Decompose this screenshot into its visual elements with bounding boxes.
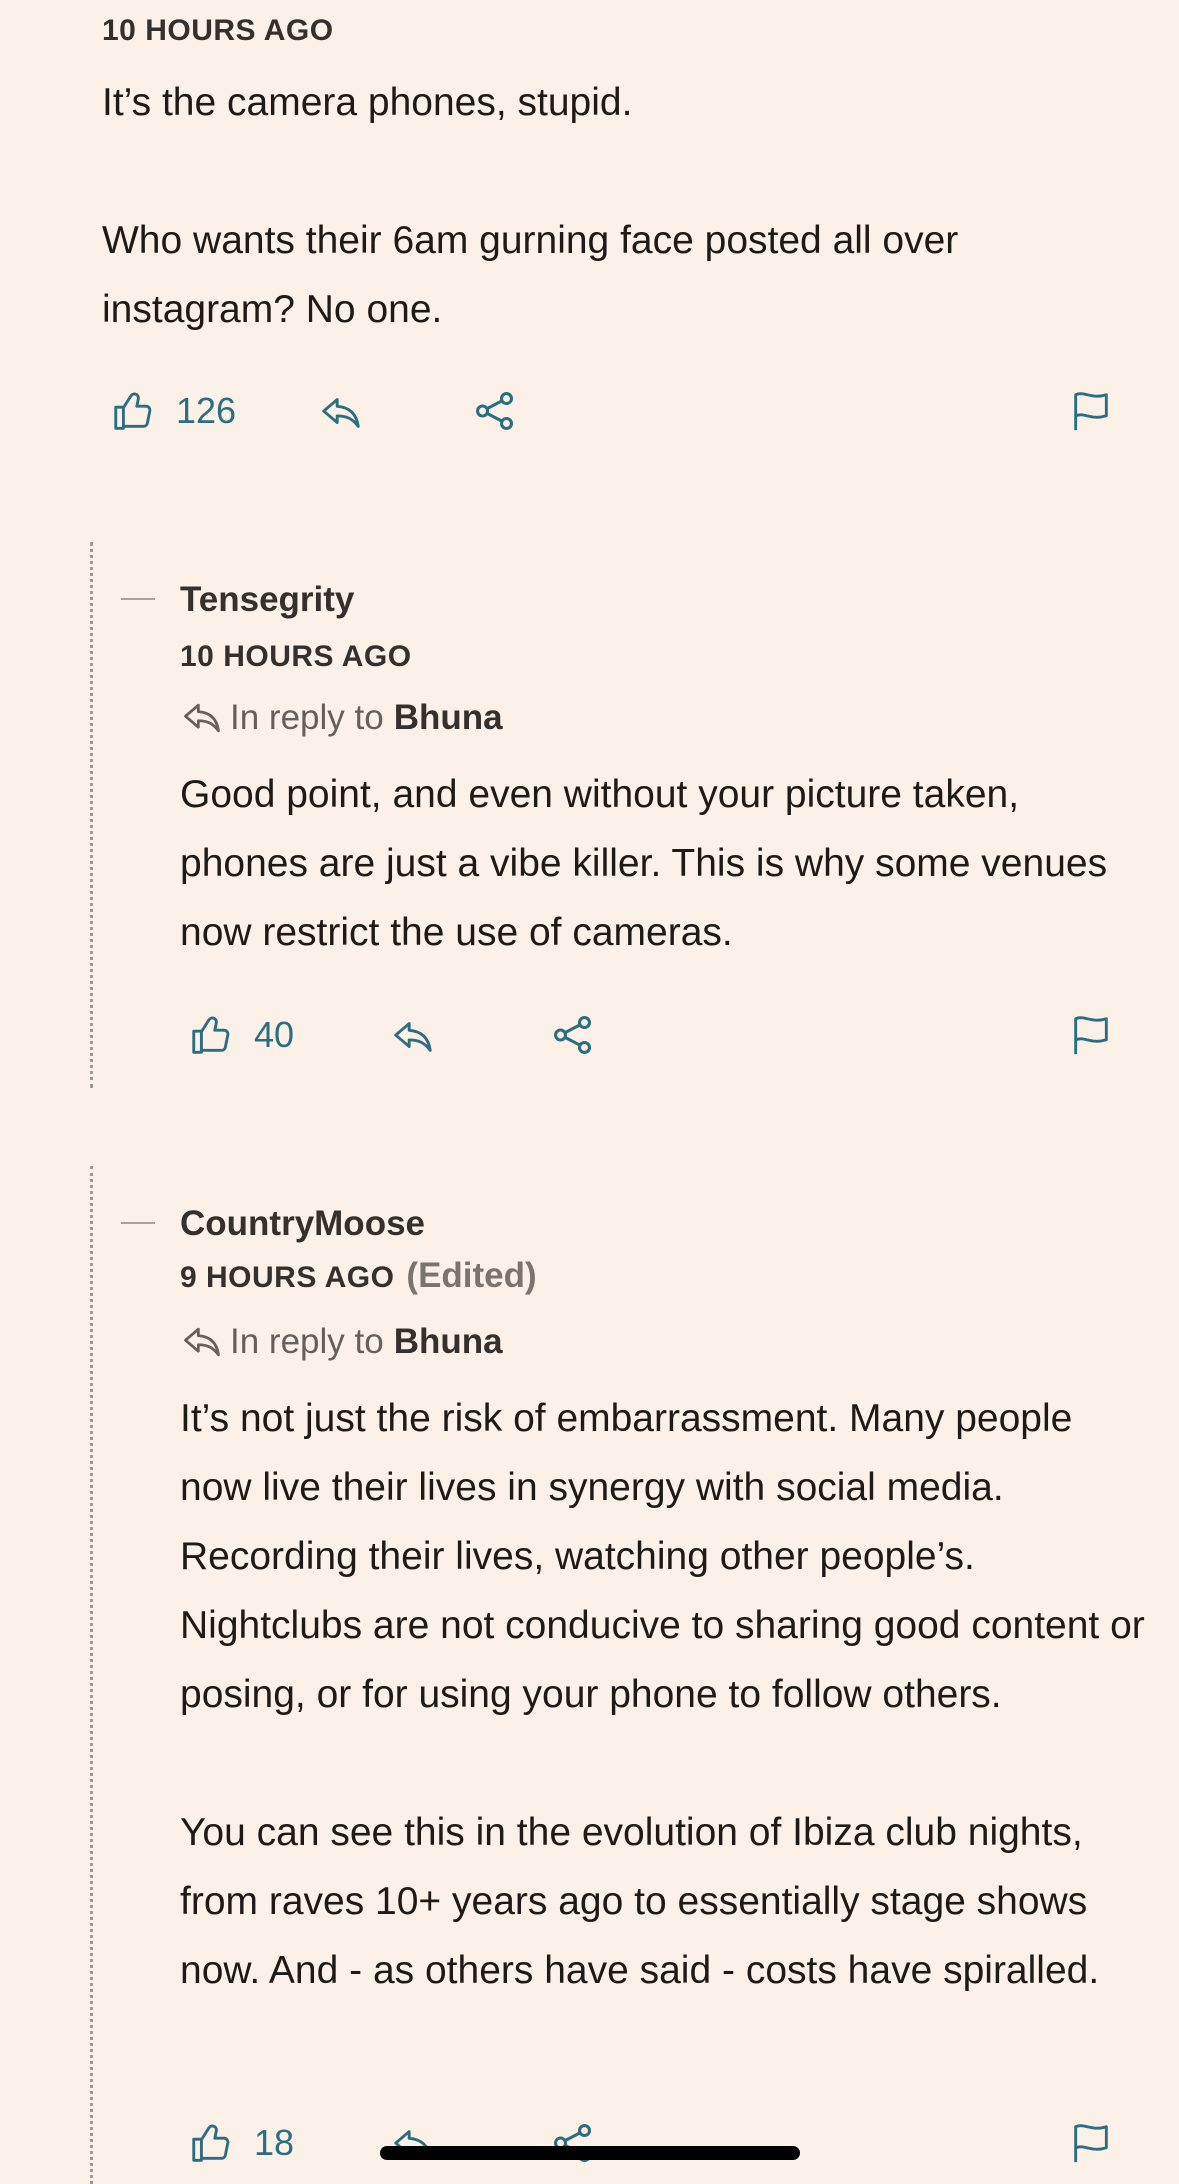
comment-body: It’s the camera phones, stupid. Who want…	[102, 68, 1102, 344]
comment-paragraph: Who wants their 6am gurning face posted …	[102, 219, 959, 331]
comment-paragraph: Good point, and even without your pictur…	[180, 773, 1108, 954]
share-icon	[472, 388, 518, 434]
flag-icon	[1068, 2120, 1114, 2166]
share-button[interactable]	[550, 1012, 596, 1058]
collapse-dash[interactable]	[121, 598, 155, 600]
thumbs-up-icon	[188, 2120, 234, 2166]
in-reply-to[interactable]: In reply to Bhuna	[180, 696, 503, 740]
flag-icon	[1068, 1012, 1114, 1058]
thumbs-up-icon	[110, 388, 156, 434]
in-reply-to[interactable]: In reply to Bhuna	[180, 1320, 503, 1364]
like-count: 40	[254, 1014, 295, 1055]
comment-meta: 9 HOURS AGO (Edited)	[180, 1256, 537, 1296]
home-indicator[interactable]	[380, 2146, 800, 2160]
comment-paragraph: It’s the camera phones, stupid.	[102, 81, 633, 124]
in-reply-to-author[interactable]: Bhuna	[394, 1322, 503, 1362]
reply-arrow-icon	[390, 1014, 436, 1060]
thumbs-up-icon	[188, 1012, 234, 1058]
comment-timestamp: 9 HOURS AGO	[180, 1261, 395, 1294]
report-button[interactable]	[1068, 1012, 1114, 1058]
comment-body: It’s not just the risk of embarrassment.…	[180, 1384, 1150, 2005]
in-reply-to-label: In reply to	[230, 698, 384, 737]
reply-arrow-icon	[180, 1320, 224, 1364]
share-icon	[550, 1012, 596, 1058]
like-count: 126	[176, 390, 237, 431]
reply-button[interactable]	[318, 390, 364, 436]
comment-timestamp: 10 HOURS AGO	[180, 640, 412, 673]
comment-timestamp: 10 HOURS AGO	[102, 14, 334, 47]
share-button[interactable]	[472, 388, 518, 434]
reply-button[interactable]	[390, 2122, 436, 2168]
reply-arrow-icon	[318, 390, 364, 436]
in-reply-to-author[interactable]: Bhuna	[394, 698, 503, 738]
thread-line	[90, 542, 93, 1088]
thread-line	[90, 1166, 93, 2184]
flag-icon	[1068, 388, 1114, 434]
comment-author[interactable]: CountryMoose	[180, 1204, 425, 1244]
comment-paragraph: It’s not just the risk of embarrassment.…	[180, 1397, 1145, 1716]
reply-arrow-icon	[390, 2122, 436, 2168]
collapse-dash[interactable]	[121, 1222, 155, 1224]
comment-body: Good point, and even without your pictur…	[180, 760, 1110, 967]
reply-arrow-icon	[180, 696, 224, 740]
report-button[interactable]	[1068, 2120, 1114, 2166]
like-button[interactable]: 126	[110, 388, 236, 434]
report-button[interactable]	[1068, 388, 1114, 434]
edited-badge: (Edited)	[406, 1256, 537, 1295]
like-count: 18	[254, 2122, 295, 2163]
comment-paragraph: You can see this in the evolution of Ibi…	[180, 1811, 1100, 1992]
like-button[interactable]: 40	[188, 1012, 294, 1058]
like-button[interactable]: 18	[188, 2120, 294, 2166]
reply-button[interactable]	[390, 1014, 436, 1060]
in-reply-to-label: In reply to	[230, 1322, 384, 1361]
comment-author[interactable]: Tensegrity	[180, 580, 354, 620]
